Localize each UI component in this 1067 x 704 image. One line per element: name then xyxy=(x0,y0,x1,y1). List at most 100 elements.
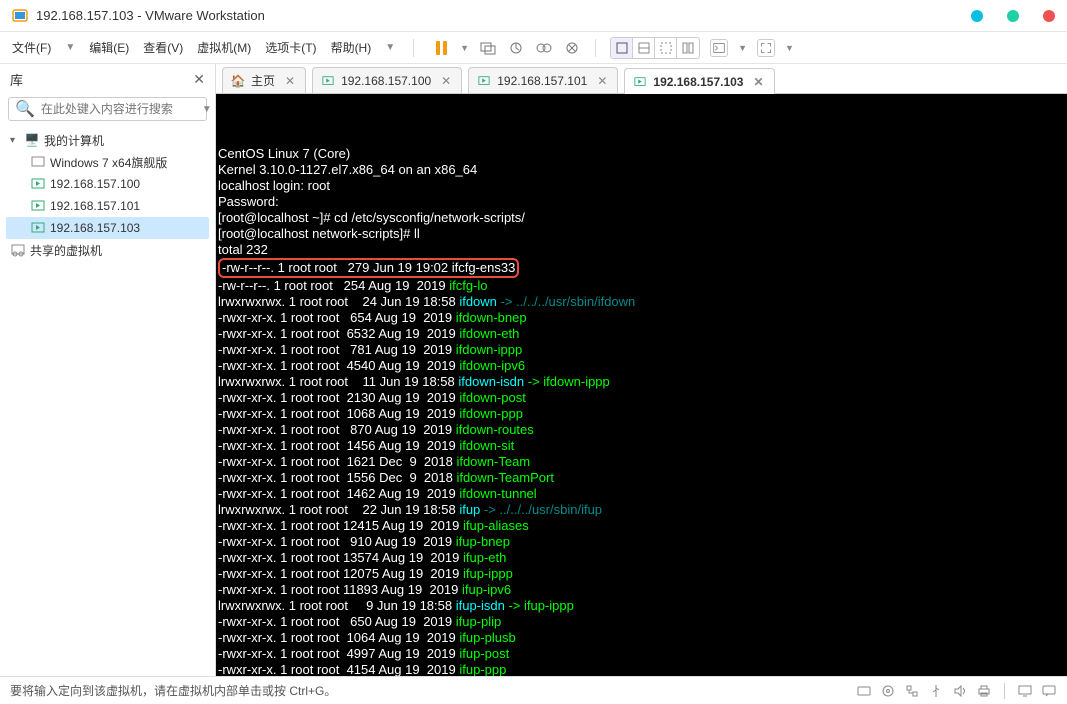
menubar: 文件(F) ▼ 编辑(E) 查看(V) 虚拟机(M) 选项卡(T) 帮助(H) … xyxy=(0,32,1067,64)
display-icon[interactable] xyxy=(1017,683,1033,699)
home-icon: 🏠 xyxy=(231,74,245,88)
menu-view[interactable]: 查看(V) xyxy=(143,39,183,56)
tab-103[interactable]: 192.168.157.103 ✕ xyxy=(624,68,774,94)
view-mode-group xyxy=(610,37,700,59)
tab-label: 192.168.157.101 xyxy=(497,74,587,88)
chevron-down-icon[interactable]: ▼ xyxy=(385,42,395,53)
separator xyxy=(1004,683,1005,699)
console-icon[interactable] xyxy=(710,39,728,57)
view-single-icon[interactable] xyxy=(611,38,633,58)
terminal-line: -rwxr-xr-x. 1 root root 12075 Aug 19 201… xyxy=(218,566,1065,582)
terminal-line: -rwxr-xr-x. 1 root root 4154 Aug 19 2019… xyxy=(218,662,1065,676)
terminal-line: -rwxr-xr-x. 1 root root 11893 Aug 19 201… xyxy=(218,582,1065,598)
tab-close-icon[interactable]: ✕ xyxy=(441,74,451,88)
terminal-line: total 232 xyxy=(218,242,1065,258)
app-icon xyxy=(12,8,28,24)
chevron-down-icon[interactable]: ▼ xyxy=(785,43,794,53)
terminal-line: [root@localhost ~]# cd /etc/sysconfig/ne… xyxy=(218,210,1065,226)
chevron-down-icon[interactable]: ▼ xyxy=(202,104,212,115)
terminal-line: -rwxr-xr-x. 1 root root 2130 Aug 19 2019… xyxy=(218,390,1065,406)
tab-home[interactable]: 🏠 主页 ✕ xyxy=(222,67,306,93)
search-icon: 🔍 xyxy=(15,99,35,119)
terminal-line: -rwxr-xr-x. 1 root root 1556 Dec 9 2018 … xyxy=(218,470,1065,486)
view-grid-icon[interactable] xyxy=(655,38,677,58)
sidebar-title: 库 xyxy=(10,70,193,89)
tree-win7[interactable]: Windows 7 x64旗舰版 xyxy=(6,151,209,173)
tree-vm-101[interactable]: 192.168.157.101 xyxy=(6,195,209,217)
terminal-line: -rwxr-xr-x. 1 root root 4540 Aug 19 2019… xyxy=(218,358,1065,374)
menu-vm[interactable]: 虚拟机(M) xyxy=(197,39,251,56)
terminal-line: -rwxr-xr-x. 1 root root 1068 Aug 19 2019… xyxy=(218,406,1065,422)
disk-icon[interactable] xyxy=(856,683,872,699)
vm-running-icon xyxy=(321,74,335,88)
sidebar-header: 库 ✕ xyxy=(0,64,215,93)
titlebar: 192.168.157.103 - VMware Workstation xyxy=(0,0,1067,32)
send-keys-icon[interactable] xyxy=(479,39,497,57)
tree-label: 192.168.157.103 xyxy=(50,221,140,235)
tree-label: 我的计算机 xyxy=(44,132,104,149)
menu-file[interactable]: 文件(F) xyxy=(12,39,51,56)
tab-label: 主页 xyxy=(251,72,275,89)
terminal-line: lrwxrwxrwx. 1 root root 24 Jun 19 18:58 … xyxy=(218,294,1065,310)
window-title: 192.168.157.103 - VMware Workstation xyxy=(36,8,265,23)
sidebar-close-icon[interactable]: ✕ xyxy=(193,71,205,88)
terminal-line: -rwxr-xr-x. 1 root root 1462 Aug 19 2019… xyxy=(218,486,1065,502)
chevron-down-icon[interactable]: ▼ xyxy=(65,42,75,53)
terminal-line: Password: xyxy=(218,194,1065,210)
tree-label: 192.168.157.100 xyxy=(50,177,140,191)
menu-edit[interactable]: 编辑(E) xyxy=(89,39,129,56)
statusbar: 要将输入定向到该虚拟机，请在虚拟机内部单击或按 Ctrl+G。 xyxy=(0,676,1067,704)
view-tiled-icon[interactable] xyxy=(677,38,699,58)
tree-label: Windows 7 x64旗舰版 xyxy=(50,154,167,171)
menu-help[interactable]: 帮助(H) xyxy=(331,39,372,56)
sound-icon[interactable] xyxy=(952,683,968,699)
network-icon[interactable] xyxy=(904,683,920,699)
shared-icon xyxy=(10,242,26,258)
terminal-line: -rwxr-xr-x. 1 root root 910 Aug 19 2019 … xyxy=(218,534,1065,550)
chevron-down-icon[interactable]: ▼ xyxy=(460,43,469,53)
search-input[interactable] xyxy=(41,102,196,116)
cd-icon[interactable] xyxy=(880,683,896,699)
usb-icon[interactable] xyxy=(928,683,944,699)
terminal[interactable]: CentOS Linux 7 (Core)Kernel 3.10.0-1127.… xyxy=(216,94,1067,676)
status-icons xyxy=(856,683,1057,699)
content: 🏠 主页 ✕ 192.168.157.100 ✕ 192.168.157.101… xyxy=(216,64,1067,676)
terminal-line: -rwxr-xr-x. 1 root root 6532 Aug 19 2019… xyxy=(218,326,1065,342)
terminal-line: localhost login: root xyxy=(218,178,1065,194)
tab-close-icon[interactable]: ✕ xyxy=(285,74,295,88)
tab-101[interactable]: 192.168.157.101 ✕ xyxy=(468,67,618,93)
tab-close-icon[interactable]: ✕ xyxy=(597,74,607,88)
vm-running-icon xyxy=(633,75,647,89)
computer-icon: 🖥️ xyxy=(24,132,40,148)
library-tree: ▾ 🖥️ 我的计算机 Windows 7 x64旗舰版 192.168.157.… xyxy=(0,127,215,263)
tree-my-computer[interactable]: ▾ 🖥️ 我的计算机 xyxy=(6,129,209,151)
tab-close-icon[interactable]: ✕ xyxy=(753,75,763,89)
tab-100[interactable]: 192.168.157.100 ✕ xyxy=(312,67,462,93)
search-box[interactable]: 🔍 ▼ xyxy=(8,97,207,121)
pause-button[interactable] xyxy=(432,39,450,57)
snapshot-manager-icon[interactable] xyxy=(535,39,553,57)
snapshot-icon[interactable] xyxy=(507,39,525,57)
tab-label: 192.168.157.100 xyxy=(341,74,431,88)
fullscreen-icon[interactable] xyxy=(757,39,775,57)
terminal-line: -rwxr-xr-x. 1 root root 13574 Aug 19 201… xyxy=(218,550,1065,566)
tree-vm-100[interactable]: 192.168.157.100 xyxy=(6,173,209,195)
view-split-icon[interactable] xyxy=(633,38,655,58)
tab-label: 192.168.157.103 xyxy=(653,75,743,89)
revert-icon[interactable] xyxy=(563,39,581,57)
message-icon[interactable] xyxy=(1041,683,1057,699)
tree-vm-103[interactable]: 192.168.157.103 xyxy=(6,217,209,239)
close-button[interactable] xyxy=(1043,10,1055,22)
minimize-button[interactable] xyxy=(971,10,983,22)
vm-running-icon xyxy=(30,176,46,192)
menu-tabs[interactable]: 选项卡(T) xyxy=(265,39,316,56)
terminal-line: -rw-r--r--. 1 root root 254 Aug 19 2019 … xyxy=(218,278,1065,294)
maximize-button[interactable] xyxy=(1007,10,1019,22)
terminal-line: lrwxrwxrwx. 1 root root 22 Jun 19 18:58 … xyxy=(218,502,1065,518)
terminal-line: [root@localhost network-scripts]# ll xyxy=(218,226,1065,242)
terminal-line: -rwxr-xr-x. 1 root root 4997 Aug 19 2019… xyxy=(218,646,1065,662)
printer-icon[interactable] xyxy=(976,683,992,699)
chevron-down-icon[interactable]: ▼ xyxy=(738,43,747,53)
collapse-icon[interactable]: ▾ xyxy=(10,135,20,146)
tree-shared[interactable]: 共享的虚拟机 xyxy=(6,239,209,261)
